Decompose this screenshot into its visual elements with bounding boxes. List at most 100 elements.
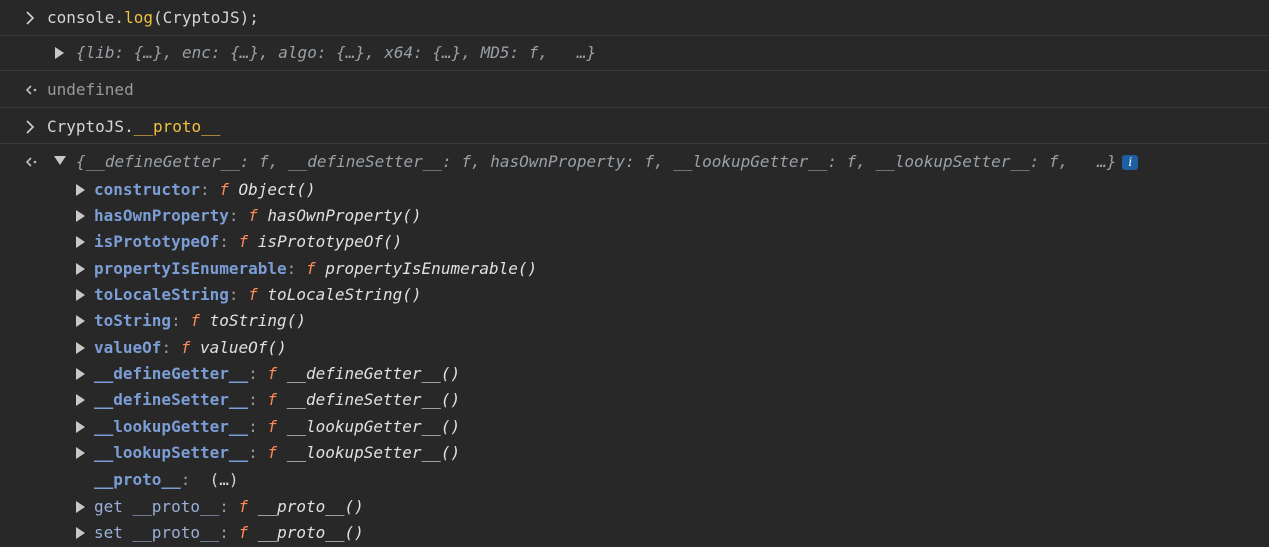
property-name: __lookupGetter__	[94, 417, 249, 436]
command-proto-highlight: __proto__	[133, 117, 221, 136]
property-separator: :	[248, 443, 258, 462]
property-name: constructor	[94, 180, 200, 199]
console-result-expanded: {__defineGetter__: f, __defineSetter__: …	[0, 144, 1269, 547]
property-row[interactable]: valueOf: f valueOf()	[94, 338, 287, 358]
function-signature: Object()	[238, 180, 316, 199]
property-name: valueOf	[94, 338, 162, 357]
expand-arrow-icon[interactable]	[75, 259, 87, 279]
property-separator: :	[180, 470, 191, 489]
proto-row[interactable]: __proto__: (…)	[94, 470, 239, 490]
function-glyph-icon: f	[267, 443, 278, 462]
expand-arrow-icon[interactable]	[75, 311, 87, 331]
property-row[interactable]: constructor: f Object()	[94, 180, 316, 200]
return-arrow-icon	[24, 80, 38, 100]
function-signature: __proto__()	[257, 497, 364, 516]
function-glyph-icon: f	[267, 364, 278, 383]
expand-arrow-icon[interactable]	[75, 443, 87, 463]
property-separator: :	[219, 523, 229, 542]
return-arrow-icon	[24, 152, 38, 172]
property-row[interactable]: __defineSetter__: f __defineSetter__()	[94, 390, 460, 410]
property-name: toString	[94, 311, 172, 330]
function-signature: hasOwnProperty()	[267, 206, 422, 225]
command-suffix: (CryptoJS);	[152, 8, 259, 27]
command-text-2[interactable]: CryptoJS.__proto__	[47, 117, 220, 137]
accessor-name: get __proto__	[94, 497, 220, 516]
function-signature: __lookupSetter__()	[286, 443, 461, 462]
command-function: log	[124, 8, 153, 27]
function-glyph-icon: f	[219, 180, 229, 199]
function-glyph-icon: f	[248, 285, 258, 304]
info-icon[interactable]: i	[1122, 155, 1139, 170]
function-glyph-icon: f	[190, 311, 200, 330]
property-separator: :	[219, 232, 229, 251]
expand-arrow-icon[interactable]	[75, 206, 87, 226]
property-separator: :	[248, 417, 258, 436]
property-row[interactable]: propertyIsEnumerable: f propertyIsEnumer…	[94, 259, 537, 279]
property-name: __lookupSetter__	[94, 443, 249, 462]
expand-arrow-icon[interactable]	[75, 364, 87, 384]
function-glyph-icon: f	[180, 338, 191, 357]
function-signature: __defineSetter__()	[286, 390, 461, 409]
property-separator: :	[199, 180, 210, 199]
property-separator: :	[248, 364, 258, 383]
function-signature: isPrototypeOf()	[257, 232, 403, 251]
function-glyph-icon: f	[238, 497, 249, 516]
property-name: __defineSetter__	[94, 390, 249, 409]
function-glyph-icon: f	[305, 259, 316, 278]
console-log-output: {lib: {…}, enc: {…}, algo: {…}, x64: {…}…	[0, 36, 1269, 71]
property-separator: :	[286, 259, 297, 278]
console-return-line: undefined	[0, 71, 1269, 108]
property-row[interactable]: toString: f toString()	[94, 311, 306, 331]
property-row[interactable]: __lookupSetter__: f __lookupSetter__()	[94, 443, 460, 463]
property-separator: :	[219, 497, 229, 516]
property-name: isPrototypeOf	[94, 232, 220, 251]
property-row[interactable]: __lookupGetter__: f __lookupGetter__()	[94, 417, 460, 437]
command-prefix-2: CryptoJS.	[47, 117, 134, 136]
expand-arrow-icon[interactable]	[75, 285, 87, 305]
input-prompt-chevron-icon	[24, 8, 38, 28]
object-summary-text: {__defineGetter__: f, __defineSetter__: …	[76, 152, 1117, 171]
proto-value[interactable]: (…)	[210, 470, 239, 489]
function-glyph-icon: f	[238, 523, 249, 542]
property-row[interactable]: isPrototypeOf: f isPrototypeOf()	[94, 232, 402, 252]
expand-arrow-icon[interactable]	[75, 390, 87, 410]
input-prompt-chevron-icon	[24, 117, 38, 137]
expand-arrow-icon[interactable]	[75, 338, 87, 358]
property-separator: :	[248, 390, 258, 409]
function-signature: valueOf()	[200, 338, 287, 357]
console-input-line-2: CryptoJS.__proto__	[0, 108, 1269, 144]
function-signature: __proto__()	[257, 523, 364, 542]
console-input-line: console.log(CryptoJS);	[0, 0, 1269, 36]
expand-arrow-icon[interactable]	[75, 523, 87, 543]
function-signature: __lookupGetter__()	[286, 417, 461, 436]
devtools-console: console.log(CryptoJS); {lib: {…}, enc: {…	[0, 0, 1269, 547]
expand-arrow-icon[interactable]	[75, 180, 87, 200]
object-summary[interactable]: {__defineGetter__: f, __defineSetter__: …	[76, 152, 1139, 172]
object-preview[interactable]: {lib: {…}, enc: {…}, algo: {…}, x64: {…}…	[76, 43, 596, 63]
accessor-name: set __proto__	[94, 523, 220, 542]
function-signature: toLocaleString()	[267, 285, 422, 304]
command-text[interactable]: console.log(CryptoJS);	[47, 8, 259, 28]
function-glyph-icon: f	[238, 232, 249, 251]
property-row[interactable]: toLocaleString: f toLocaleString()	[94, 285, 422, 305]
return-value: undefined	[47, 80, 134, 99]
function-glyph-icon: f	[267, 390, 278, 409]
property-row[interactable]: __defineGetter__: f __defineGetter__()	[94, 364, 460, 384]
accessor-row[interactable]: set __proto__: f __proto__()	[94, 523, 364, 543]
function-signature: toString()	[209, 311, 306, 330]
expand-arrow-icon[interactable]	[75, 232, 87, 252]
property-name: toLocaleString	[94, 285, 229, 304]
expand-arrow-icon[interactable]	[75, 497, 87, 517]
property-name: hasOwnProperty	[94, 206, 229, 225]
property-separator: :	[228, 285, 239, 304]
expand-arrow-icon[interactable]	[54, 43, 66, 63]
proto-name: __proto__	[94, 470, 181, 489]
property-name: propertyIsEnumerable	[94, 259, 287, 278]
function-signature: __defineGetter__()	[286, 364, 461, 383]
function-signature: propertyIsEnumerable()	[325, 259, 538, 278]
accessor-row[interactable]: get __proto__: f __proto__()	[94, 497, 364, 517]
property-separator: :	[171, 311, 181, 330]
property-row[interactable]: hasOwnProperty: f hasOwnProperty()	[94, 206, 422, 226]
expand-arrow-icon[interactable]	[75, 417, 87, 437]
collapse-arrow-icon[interactable]	[53, 152, 66, 172]
